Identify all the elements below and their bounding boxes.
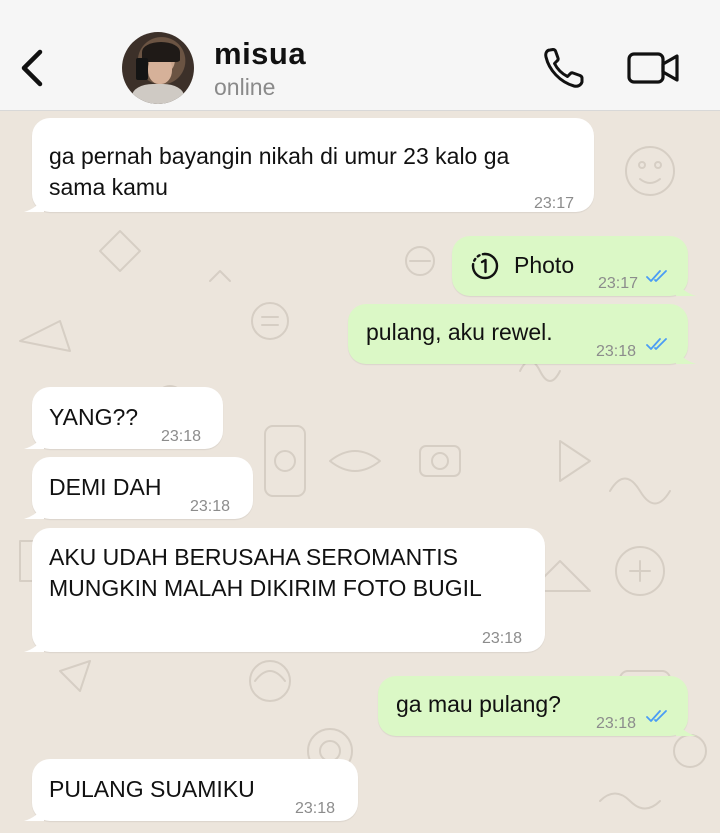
message-timestamp: 23:18 bbox=[295, 800, 336, 817]
message-timestamp: 23:18 bbox=[482, 630, 523, 647]
phone-call-icon[interactable] bbox=[540, 44, 588, 92]
view-once-icon bbox=[471, 252, 499, 280]
read-receipt-icon bbox=[646, 338, 667, 350]
bubble-tail bbox=[24, 196, 44, 212]
message-list[interactable]: ga pernah bayangin nikah di umur 23 kalo… bbox=[0, 111, 720, 833]
photo-label: Photo bbox=[514, 252, 575, 278]
message-timestamp: 23:17 bbox=[533, 195, 574, 212]
incoming-message[interactable]: ga pernah bayangin nikah di umur 23 kalo… bbox=[24, 118, 594, 212]
message-timestamp: 23:17 bbox=[598, 275, 639, 292]
read-receipt-icon bbox=[646, 710, 667, 722]
message-text-line: YANG?? bbox=[49, 404, 139, 430]
message-timestamp: 23:18 bbox=[161, 428, 202, 445]
incoming-message[interactable]: PULANG SUAMIKU 23:18 bbox=[24, 759, 358, 821]
message-text-line: ga pernah bayangin nikah di umur 23 kalo… bbox=[49, 143, 510, 169]
bubble-tail bbox=[24, 503, 44, 519]
message-timestamp: 23:18 bbox=[596, 715, 637, 732]
bubble-tail bbox=[24, 636, 44, 652]
message-text-line: AKU UDAH BERUSAHA SEROMANTIS bbox=[49, 544, 458, 570]
video-call-icon[interactable] bbox=[626, 48, 682, 88]
chat-header: misua online bbox=[0, 0, 720, 111]
read-receipt-icon bbox=[646, 270, 667, 282]
bubble-tail bbox=[676, 280, 696, 296]
message-timestamp: 23:18 bbox=[190, 498, 231, 515]
incoming-message[interactable]: AKU UDAH BERUSAHA SEROMANTIS MUNGKIN MAL… bbox=[24, 528, 545, 652]
message-text-line: sama kamu bbox=[49, 174, 168, 200]
incoming-message[interactable]: DEMI DAH 23:18 bbox=[24, 457, 253, 519]
outgoing-message[interactable]: ga mau pulang? 23:18 bbox=[378, 676, 696, 736]
message-timestamp: 23:18 bbox=[596, 343, 637, 360]
message-text-line: MUNGKIN MALAH DIKIRIM FOTO BUGIL bbox=[49, 575, 482, 601]
outgoing-photo-message[interactable]: Photo 23:17 bbox=[452, 236, 696, 296]
contact-status: online bbox=[214, 74, 276, 100]
outgoing-message[interactable]: pulang, aku rewel. 23:18 bbox=[348, 304, 696, 364]
contact-avatar[interactable] bbox=[122, 32, 194, 104]
incoming-message[interactable]: YANG?? 23:18 bbox=[24, 387, 223, 449]
back-chevron-icon[interactable] bbox=[14, 44, 48, 92]
bubble-tail bbox=[24, 805, 44, 821]
contact-name[interactable]: misua bbox=[214, 36, 306, 72]
bubble-tail bbox=[676, 348, 696, 364]
bubble-tail bbox=[24, 433, 44, 449]
message-text-line: DEMI DAH bbox=[49, 474, 162, 500]
bubble-tail bbox=[676, 720, 696, 736]
message-text-line: PULANG SUAMIKU bbox=[49, 776, 255, 802]
message-text-line: ga mau pulang? bbox=[396, 691, 561, 717]
message-text-line: pulang, aku rewel. bbox=[366, 319, 553, 345]
